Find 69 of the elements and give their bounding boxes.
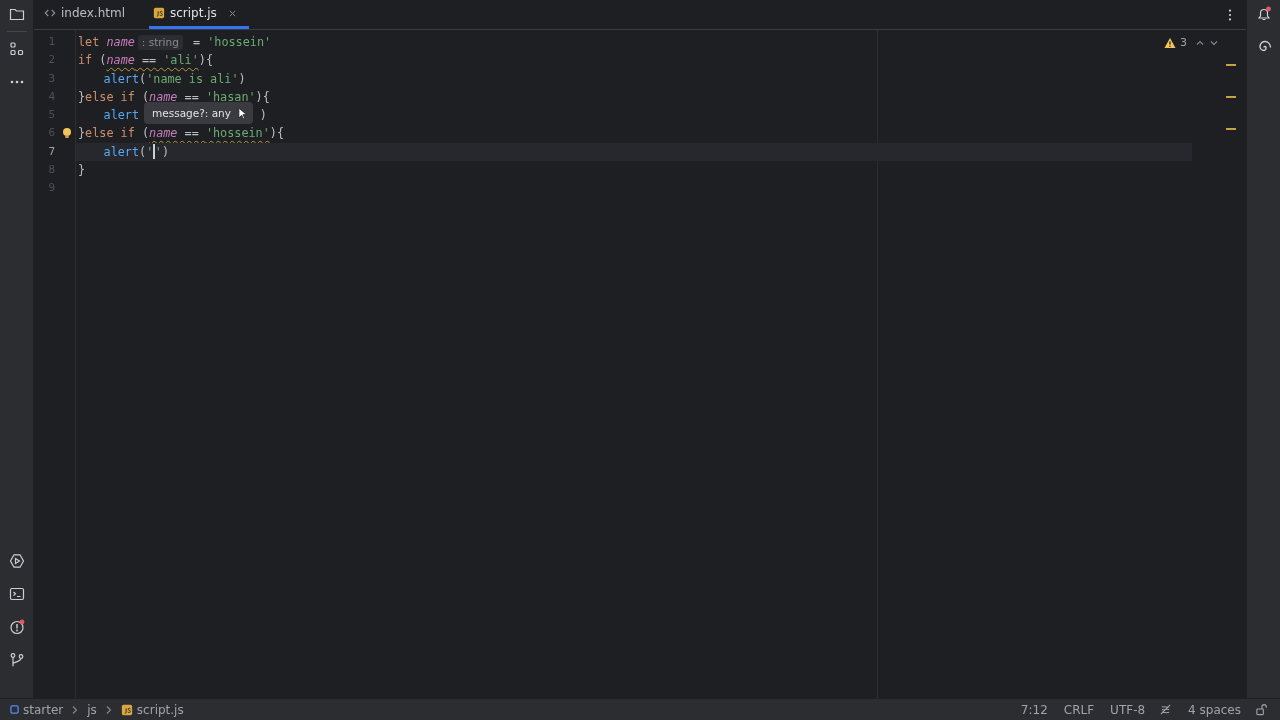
code-token: name bbox=[149, 125, 178, 143]
code-token: == bbox=[140, 52, 158, 70]
warning-count[interactable]: 3 bbox=[1180, 36, 1187, 49]
code-token: 'hossein' bbox=[205, 125, 270, 143]
code-token: ){ bbox=[255, 88, 270, 106]
line-number: 7 bbox=[48, 144, 55, 158]
mouse-pointer-icon bbox=[238, 107, 247, 120]
code-token: ( bbox=[139, 70, 147, 88]
code-token: ) bbox=[238, 70, 246, 88]
git-branch-icon[interactable] bbox=[8, 652, 25, 668]
code-token: ( bbox=[99, 52, 107, 70]
problems-icon[interactable] bbox=[8, 619, 25, 635]
code-token: else if bbox=[85, 88, 136, 106]
terminal-icon[interactable] bbox=[8, 586, 25, 602]
warning-marker[interactable] bbox=[1226, 96, 1236, 98]
more-options-icon[interactable] bbox=[1228, 7, 1232, 22]
line-separator[interactable]: CRLF bbox=[1063, 702, 1095, 717]
text-cursor bbox=[153, 144, 155, 160]
code-token: alert bbox=[103, 143, 140, 161]
code-token: } bbox=[78, 125, 86, 143]
code-token: ' bbox=[146, 143, 154, 161]
code-token: ) bbox=[259, 107, 267, 125]
html-tag-icon bbox=[44, 7, 56, 19]
code-token: let bbox=[78, 34, 101, 51]
code-token: alert bbox=[103, 70, 140, 88]
code-token: name bbox=[106, 52, 135, 70]
code-token: = bbox=[191, 34, 202, 51]
chevron-right-icon bbox=[71, 704, 80, 715]
notifications-icon[interactable] bbox=[1255, 6, 1272, 22]
type-hint: : string bbox=[137, 34, 183, 50]
folder-icon[interactable] bbox=[8, 6, 25, 22]
warning-marker[interactable] bbox=[1226, 64, 1236, 66]
editor-tab[interactable]: index.html bbox=[44, 0, 137, 29]
no-inspection-icon[interactable] bbox=[1159, 703, 1173, 716]
code-token: ) bbox=[161, 143, 169, 161]
indent-setting[interactable]: 4 spaces bbox=[1188, 702, 1241, 717]
breadcrumb-item[interactable]: script.js bbox=[120, 702, 184, 717]
code-token: else if bbox=[85, 125, 136, 143]
unlocked-icon[interactable] bbox=[1255, 703, 1268, 716]
breadcrumb-item[interactable]: starter bbox=[10, 702, 64, 717]
code-token: 'hossein' bbox=[207, 34, 272, 51]
warning-marker[interactable] bbox=[1226, 128, 1236, 130]
js-file-icon bbox=[153, 7, 165, 19]
code-token: 'name is ali' bbox=[146, 70, 239, 88]
code-token: == bbox=[183, 125, 200, 143]
code-token: if bbox=[78, 52, 94, 70]
js-file-icon bbox=[120, 703, 133, 716]
code-token: } bbox=[78, 162, 86, 180]
file-encoding[interactable]: UTF-8 bbox=[1110, 702, 1146, 717]
close-icon[interactable] bbox=[227, 8, 237, 18]
code-token: ' bbox=[154, 143, 162, 161]
chevron-right-icon bbox=[104, 704, 113, 715]
run-icon[interactable] bbox=[8, 553, 25, 569]
code-token: ){ bbox=[269, 125, 285, 143]
code-token: ( bbox=[141, 125, 150, 143]
warning-icon[interactable] bbox=[1164, 36, 1176, 49]
lightbulb-icon[interactable] bbox=[62, 127, 72, 140]
cursor-position[interactable]: 7:12 bbox=[1020, 702, 1048, 717]
code-token: alert bbox=[103, 107, 140, 125]
editor-tab[interactable]: script.js bbox=[149, 0, 249, 29]
parameter-tooltip: message?: any bbox=[144, 102, 253, 124]
code-token: name bbox=[106, 34, 135, 51]
module-icon bbox=[10, 705, 19, 714]
code-token: } bbox=[78, 88, 86, 106]
code-token: ( bbox=[139, 143, 147, 161]
breadcrumb-item[interactable]: js bbox=[87, 702, 97, 717]
code-token: ){ bbox=[198, 52, 213, 70]
code-token: 'ali' bbox=[163, 52, 199, 70]
structure-icon[interactable] bbox=[8, 41, 25, 57]
